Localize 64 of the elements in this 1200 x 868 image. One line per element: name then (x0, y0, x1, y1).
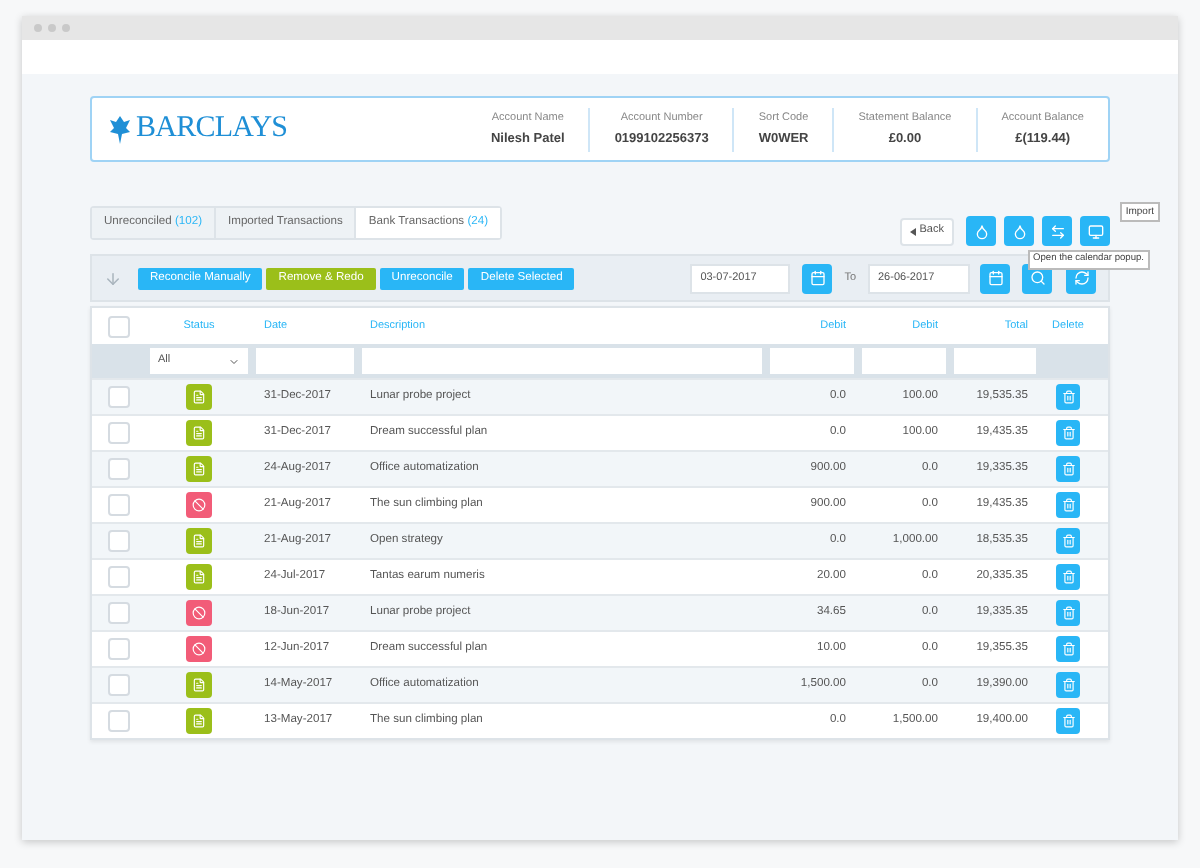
checkbox[interactable] (108, 530, 130, 552)
trash-icon (1061, 642, 1075, 656)
delete-button[interactable] (1056, 528, 1080, 554)
monitor-icon (1087, 223, 1103, 239)
checkbox[interactable] (108, 458, 130, 480)
ban-icon (192, 642, 206, 656)
trash-icon (1061, 606, 1075, 620)
refresh-icon (1073, 270, 1089, 286)
delete-button[interactable] (1056, 456, 1080, 482)
document-icon (192, 570, 206, 584)
arrow-down-icon (104, 269, 122, 287)
checkbox[interactable] (108, 602, 130, 624)
document-icon (192, 426, 206, 440)
ban-icon (192, 606, 206, 620)
swap-icon (1049, 223, 1065, 239)
chevron-down-icon (228, 355, 240, 367)
document-icon (192, 390, 206, 404)
checkbox[interactable] (108, 386, 130, 408)
checkbox[interactable] (108, 638, 130, 660)
calendar-icon (987, 270, 1003, 286)
droplet-button[interactable] (1004, 216, 1034, 246)
delete-button[interactable] (1056, 600, 1080, 626)
filter-input[interactable] (954, 348, 1036, 374)
delete-button[interactable] (1056, 708, 1080, 734)
delete-button[interactable] (1056, 672, 1080, 698)
delete-button[interactable] (1056, 564, 1080, 590)
calendar-icon (809, 270, 826, 286)
delete-button[interactable] (1056, 636, 1080, 662)
checkbox[interactable] (108, 315, 130, 337)
document-icon (192, 462, 206, 476)
trash-icon (1061, 570, 1075, 584)
filter-input[interactable] (362, 348, 762, 374)
ban-icon (192, 498, 206, 512)
trash-icon (1061, 534, 1075, 548)
checkbox[interactable] (108, 710, 130, 732)
delete-button[interactable] (1056, 420, 1080, 446)
delete-button[interactable] (1056, 384, 1080, 410)
trash-icon (1061, 426, 1075, 440)
checkbox[interactable] (108, 494, 130, 516)
droplet-icon (1011, 223, 1027, 239)
trash-icon (1061, 678, 1075, 692)
monitor-button[interactable] (1080, 216, 1110, 246)
delete-button[interactable] (1056, 492, 1080, 518)
droplet-icon (973, 223, 989, 239)
filter-input[interactable] (862, 348, 946, 374)
trash-icon (1061, 714, 1075, 728)
triangle-icon (909, 227, 916, 235)
trash-icon (1061, 498, 1075, 512)
checkbox[interactable] (108, 566, 130, 588)
filter-input[interactable] (770, 348, 854, 374)
trash-icon (1061, 462, 1075, 476)
droplet-button[interactable] (966, 216, 996, 246)
filter-input[interactable] (256, 348, 354, 374)
document-icon (192, 534, 206, 548)
bank-logo-text: BARCLAYS (136, 110, 288, 149)
document-icon (192, 714, 206, 728)
trash-icon (1061, 390, 1075, 404)
swap-button[interactable] (1042, 216, 1072, 246)
calendar-button[interactable] (980, 263, 1010, 293)
search-icon (1029, 270, 1045, 286)
checkbox[interactable] (108, 422, 130, 444)
document-icon (192, 678, 206, 692)
calendar-button[interactable] (802, 263, 833, 293)
checkbox[interactable] (108, 674, 130, 696)
